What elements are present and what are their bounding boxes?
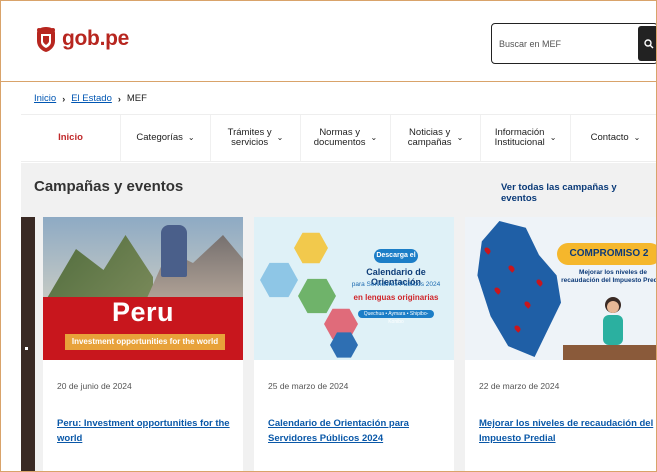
chevron-down-icon: ⌄ — [456, 132, 464, 142]
chevron-down-icon: ⌄ — [633, 132, 641, 142]
image-badge: COMPROMISO 2 — [557, 243, 656, 265]
chevron-down-icon: ⌄ — [549, 132, 557, 142]
chevron-down-icon: ⌄ — [370, 132, 378, 142]
card-title-link[interactable]: Calendario de Orientación para Servidore… — [268, 417, 446, 446]
campaign-image-peru[interactable]: Peru Investment opportunities for the wo… — [43, 217, 243, 360]
breadcrumb-current: MEF — [126, 93, 147, 104]
campaigns-section: Campañas y eventos Ver todas las campaña… — [21, 163, 657, 471]
breadcrumb-item-el-estado[interactable]: El Estado — [71, 93, 112, 104]
nav-item-informacion[interactable]: Información Institucional ⌄ — [481, 115, 571, 161]
image-headline: Peru — [111, 297, 175, 327]
image-subtitle: Mejorar los niveles de recaudación del I… — [561, 269, 657, 285]
campaign-card[interactable]: Descarga el Calendario de Orientación pa… — [254, 217, 454, 471]
nav-item-label: Normas y documentos — [313, 127, 366, 148]
card-title-link[interactable]: Peru: Investment opportunities for the w… — [57, 417, 235, 446]
logo-text: gob.pe — [62, 27, 130, 50]
chevron-down-icon: ⌄ — [276, 132, 284, 142]
nav-item-normas[interactable]: Normas y documentos ⌄ — [301, 115, 391, 161]
header-divider — [1, 81, 656, 82]
decorative-dot — [25, 347, 28, 350]
search-box — [491, 23, 656, 64]
site-logo[interactable]: gob.pe — [34, 25, 129, 53]
nav-item-label: Información Institucional — [494, 127, 545, 148]
search-button[interactable] — [638, 26, 656, 61]
see-all-label: Ver todas las campañas y eventos — [501, 182, 617, 204]
nav-item-label: Noticias y campañas — [407, 127, 452, 148]
campaign-image-compromiso[interactable]: COMPROMISO 2 Mejorar los niveles de reca… — [465, 217, 657, 360]
card-date: 25 de marzo de 2024 — [268, 381, 349, 391]
card-date: 20 de junio de 2024 — [57, 381, 132, 391]
page-frame: gob.pe Inicio › El Estado › MEF Inicio C… — [0, 0, 657, 472]
nav-item-noticias[interactable]: Noticias y campañas ⌄ — [391, 115, 481, 161]
section-title: Campañas y eventos — [34, 178, 184, 195]
chevron-right-icon: › — [117, 93, 121, 104]
image-pill: Descarga el — [374, 249, 418, 263]
nav-item-label: Categorías — [136, 132, 183, 144]
nav-item-categorias[interactable]: Categorías ⌄ — [121, 115, 211, 161]
card-title-link[interactable]: Mejorar los niveles de recaudación del I… — [479, 417, 656, 446]
breadcrumb: Inicio › El Estado › MEF — [34, 93, 147, 104]
image-highlight: en lenguas originarias — [353, 293, 439, 302]
crane-figure — [161, 225, 187, 277]
nav-item-contacto[interactable]: Contacto ⌄ — [571, 115, 656, 161]
nav-item-label: Inicio — [58, 132, 83, 144]
campaign-card[interactable]: Peru Investment opportunities for the wo… — [43, 217, 243, 471]
nav-item-tramites[interactable]: Trámites y servicios ⌄ — [211, 115, 301, 161]
carousel-prev-card[interactable] — [21, 217, 35, 471]
chevron-down-icon: ⌄ — [187, 132, 195, 142]
image-languages: Quechua • Aymara • Shipibo-Konibo — [358, 310, 434, 325]
desk-shape — [563, 345, 656, 360]
nav-item-label: Contacto — [590, 132, 629, 144]
see-all-campaigns-link[interactable]: Ver todas las campañas y eventos › — [501, 182, 656, 204]
breadcrumb-item-inicio[interactable]: Inicio — [34, 93, 56, 104]
card-date: 22 de marzo de 2024 — [479, 381, 560, 391]
nav-item-inicio[interactable]: Inicio — [21, 115, 121, 161]
search-icon — [644, 38, 654, 48]
campaign-card[interactable]: COMPROMISO 2 Mejorar los niveles de reca… — [465, 217, 657, 471]
nav-item-label: Trámites y servicios — [227, 127, 272, 148]
image-subtitle: para Servidores Públicos 2024 — [351, 281, 441, 288]
coat-of-arms-icon — [37, 27, 55, 52]
site-header: gob.pe — [1, 1, 656, 81]
chevron-right-icon: › — [62, 93, 66, 104]
image-subheadline: Investment opportunities for the world — [65, 334, 225, 350]
search-input[interactable] — [492, 24, 638, 63]
main-nav: Inicio Categorías ⌄ Trámites y servicios… — [21, 114, 656, 162]
campaign-image-calendario[interactable]: Descarga el Calendario de Orientación pa… — [254, 217, 454, 360]
